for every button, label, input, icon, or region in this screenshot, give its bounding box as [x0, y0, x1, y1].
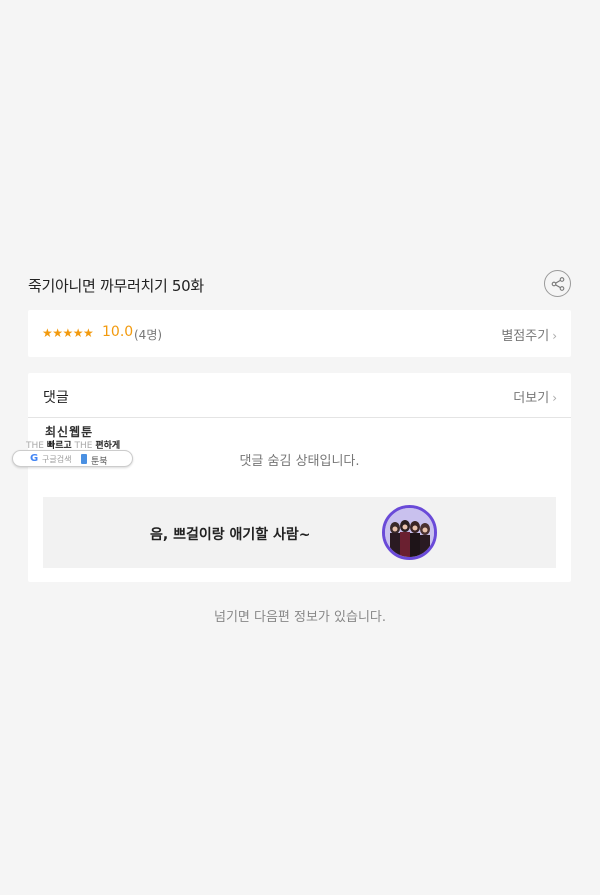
rate-button[interactable]: 별점주기 ›	[501, 325, 557, 344]
chevron-right-icon: ›	[552, 391, 557, 405]
comment-header: 댓글 더보기 ›	[28, 373, 571, 418]
rating-count: (4명)	[134, 328, 163, 342]
chevron-right-icon: ›	[552, 329, 557, 343]
google-search-label[interactable]: 구글검색	[42, 454, 71, 465]
banner-avatar	[382, 505, 437, 560]
comments-more-button[interactable]: 더보기 ›	[513, 387, 557, 406]
share-icon	[551, 276, 564, 291]
rate-button-label: 별점주기	[501, 329, 550, 344]
google-icon: G	[30, 453, 39, 464]
comment-title: 댓글	[43, 390, 69, 406]
next-episode-note: 넘기면 다음편 정보가 있습니다.	[213, 610, 386, 625]
episode-header: 죽기아니면 까무러치기 50화	[28, 270, 572, 300]
rating-score: 10.0	[102, 324, 134, 340]
share-button[interactable]	[544, 270, 571, 297]
widget-search-bar[interactable]: G 구글검색 툰북	[12, 450, 133, 467]
toonbook-label[interactable]: 툰북	[91, 454, 108, 467]
toonbook-icon	[81, 454, 87, 464]
episode-title: 죽기아니면 까무러치기 50화	[28, 277, 204, 295]
promo-banner[interactable]: 음, 쁘걸이랑 애기할 사람~	[43, 497, 556, 568]
toonbook-widget[interactable]: 최신웹툰 THE 빠르고 THE 편하게 G 구글검색 툰북	[12, 420, 137, 470]
rating-card: ★★★★★ 10.0 (4명) 별점주기 ›	[28, 310, 571, 357]
comment-section: 댓글 더보기 › 댓글 숨김 상태입니다. 음, 쁘걸이랑 애기할 사람~	[28, 373, 571, 582]
banner-text: 음, 쁘걸이랑 애기할 사람~	[150, 527, 311, 543]
rating-stars: ★★★★★	[42, 326, 94, 340]
more-label: 더보기	[513, 391, 550, 406]
